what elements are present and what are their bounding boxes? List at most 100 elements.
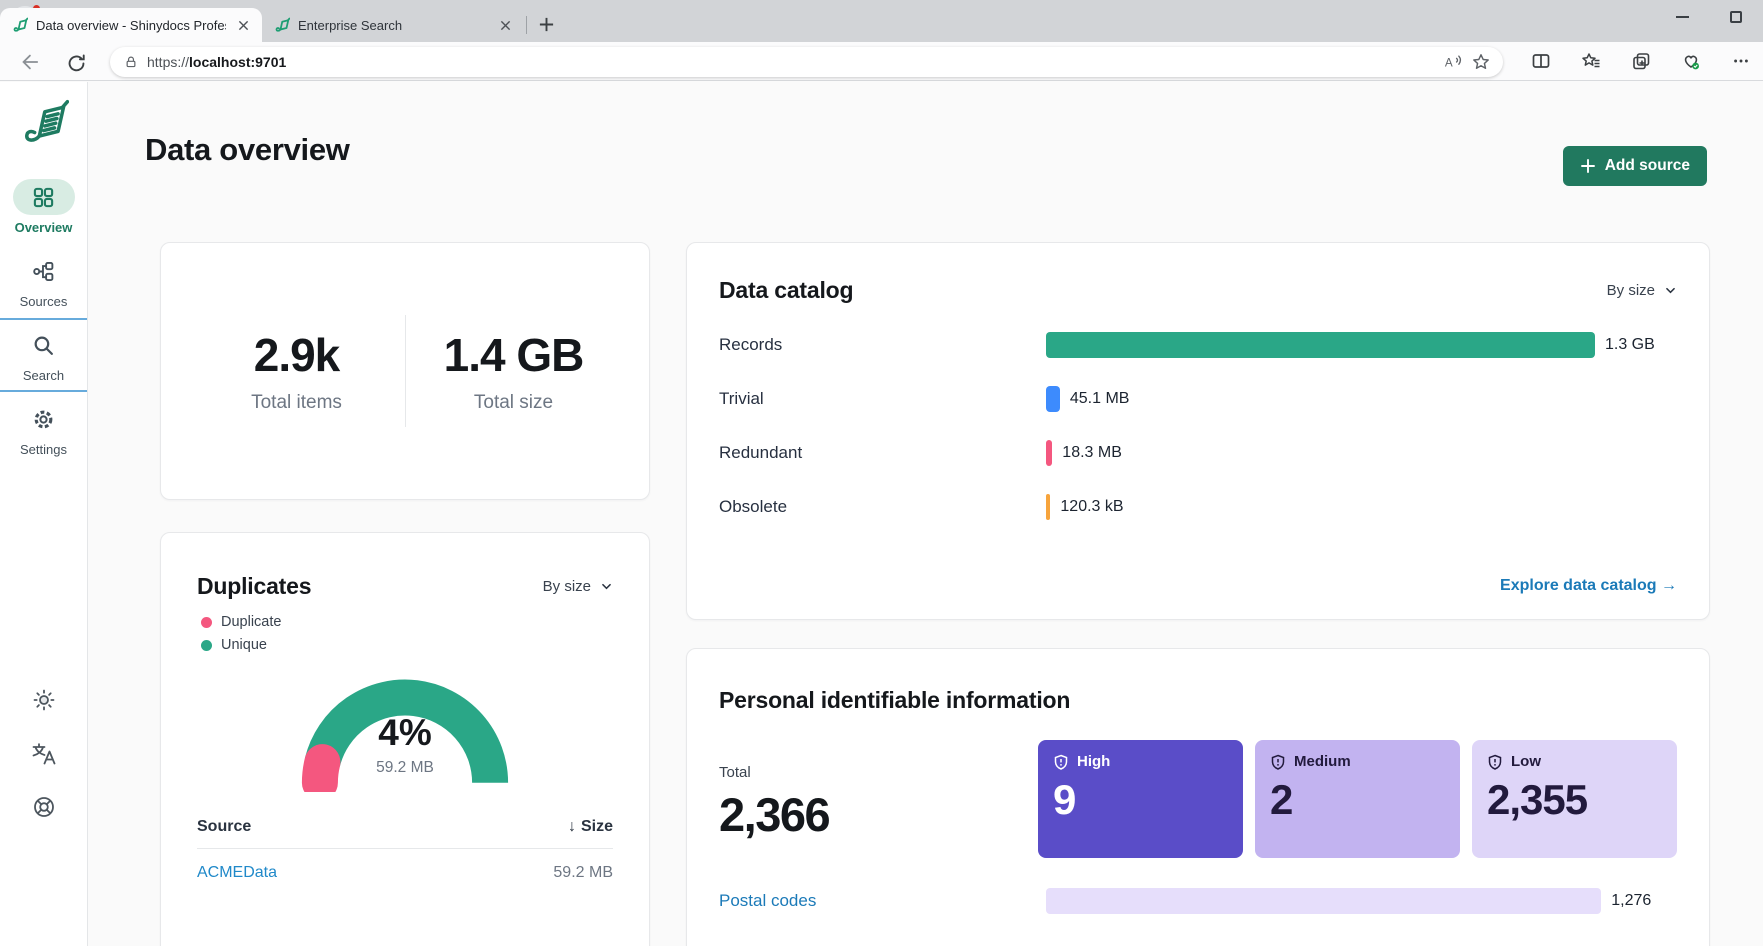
sidebar-nav: Overview Sources Search Settings [0,170,87,466]
sidebar-item-label: Search [23,368,64,383]
legend-label: Duplicate [221,614,281,630]
total-items-value: 2.9k [199,328,395,382]
tab-data-overview[interactable]: Data overview - Shinydocs Profes [0,8,262,42]
search-icon-pill [13,327,75,363]
tile-head: Low [1487,753,1662,770]
favorites-icon [1581,51,1601,71]
tile-head: Medium [1270,753,1445,770]
address-bar[interactable]: https://localhost:9701 A [110,47,1503,77]
sidebar-item-label: Sources [20,294,68,309]
maximize-icon [1730,11,1742,23]
tab-enterprise-search[interactable]: Enterprise Search [262,8,524,42]
sidebar-item-settings[interactable]: Settings [0,392,87,466]
shield-alert-icon [1270,754,1286,770]
split-screen-button[interactable] [1527,46,1555,76]
favorites-button[interactable] [1577,46,1605,76]
duplicates-title: Duplicates [197,573,311,600]
bar-track: 45.1 MB [1046,386,1677,412]
trivial-bar [1046,386,1060,412]
plus-icon [1580,158,1596,174]
duplicates-legend: Duplicate Unique [161,600,649,653]
search-icon [32,334,55,357]
tab-close-button[interactable] [234,16,252,34]
theme-toggle-button[interactable] [0,688,88,712]
star-icon [1472,53,1490,71]
catalog-row-redundant: Redundant 18.3 MB [719,438,1677,468]
postal-codes-link[interactable]: Postal codes [719,891,1046,911]
page-title: Data overview [145,132,350,168]
sun-icon [32,688,56,712]
sidebar-item-label: Settings [20,442,67,457]
back-button[interactable] [13,46,45,78]
duplicates-filter-dropdown[interactable]: By size [543,578,613,595]
read-aloud-button[interactable]: A [1439,49,1467,75]
duplicate-percent: 4% [285,712,525,754]
help-button[interactable] [0,795,88,819]
sidebar-item-search[interactable]: Search [0,318,87,392]
data-catalog-filter-dropdown[interactable]: By size [1607,282,1677,299]
total-size-label: Total size [416,392,612,414]
size-column-sort[interactable]: ↓ Size [568,818,613,836]
tier-value: 9 [1053,776,1228,824]
tier-label: Medium [1294,753,1351,770]
arrow-right-icon: → [1661,577,1677,594]
browser-essentials-button[interactable] [1677,46,1705,76]
shinydocs-favicon [274,17,290,33]
duplicates-table-header: Source ↓ Size [197,818,613,849]
tab-close-button[interactable] [496,16,514,34]
hierarchy-icon [32,260,55,283]
browser-essentials-icon [1681,51,1701,71]
tier-value: 2,355 [1487,776,1662,824]
language-button[interactable] [0,742,88,766]
catalog-row-records: Records 1.3 GB [719,330,1677,360]
source-size: 59.2 MB [553,864,613,882]
row-label: Redundant [719,443,1046,463]
explore-link-label: Explore data catalog [1500,577,1657,594]
row-label: Obsolete [719,497,1046,517]
browser-toolbar: https://localhost:9701 A [0,42,1763,81]
legend-label: Unique [221,637,267,653]
pii-tile-medium[interactable]: Medium 2 [1255,740,1460,858]
gear-icon [32,408,55,431]
pii-tile-high[interactable]: High 9 [1038,740,1243,858]
filter-label: By size [543,578,591,595]
source-link-acmedata[interactable]: ACMEData [197,864,277,882]
duplicates-gauge: 4% 59.2 MB [285,660,525,792]
stat-divider [405,315,406,427]
table-row: ACMEData 59.2 MB [197,849,613,882]
unique-legend-dot [201,640,212,651]
sidebar-item-overview[interactable]: Overview [0,170,87,244]
refresh-button[interactable] [60,46,92,78]
more-dots-icon [1732,52,1750,70]
row-label: Trivial [719,389,1046,409]
pii-tile-low[interactable]: Low 2,355 [1472,740,1677,858]
sidebar-item-sources[interactable]: Sources [0,244,87,318]
duplicates-table: Source ↓ Size ACMEData 59.2 MB [197,818,613,882]
filter-label: By size [1607,282,1655,299]
postal-codes-bar [1046,888,1601,914]
explore-data-catalog-link[interactable]: Explore data catalog → [1500,577,1677,595]
settings-menu-button[interactable] [1727,46,1755,76]
tab-title: Data overview - Shinydocs Profes [36,18,226,33]
pii-body: Total 2,366 High 9 Medium [687,714,1709,858]
window-minimize-button[interactable] [1659,0,1705,34]
data-catalog-header: Data catalog By size [687,243,1709,304]
close-icon [500,20,511,31]
shield-alert-icon [1053,754,1069,770]
window-maximize-button[interactable] [1713,0,1759,34]
overview-icon-pill [13,179,75,215]
data-catalog-title: Data catalog [719,277,853,304]
settings-icon-pill [13,401,75,437]
plus-icon [538,16,555,33]
size-column-header: Size [581,818,613,836]
new-tab-button[interactable] [533,11,559,37]
total-size-value: 1.4 GB [416,328,612,382]
tile-head: High [1053,753,1228,770]
collections-button[interactable] [1627,46,1655,76]
duplicate-size: 59.2 MB [285,759,525,777]
favorite-star-button[interactable] [1467,49,1495,75]
bar-track: 1,276 [1046,888,1677,914]
duplicates-header: Duplicates By size [161,533,649,600]
source-column-header: Source [197,818,251,836]
add-source-button[interactable]: Add source [1563,146,1707,186]
